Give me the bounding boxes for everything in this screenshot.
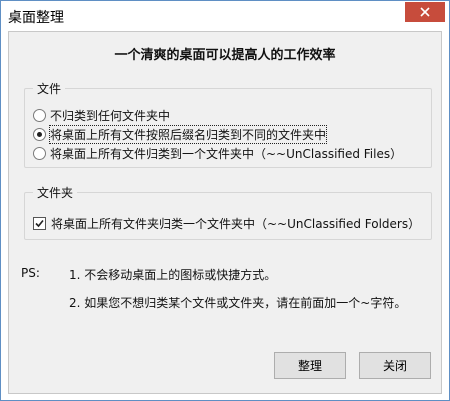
folders-group-label: 文件夹 [33, 184, 78, 201]
window-title: 桌面整理 [8, 10, 64, 26]
dialog-body: 一个清爽的桌面可以提高人的工作效率 文件 不归类到任何文件夹中 将桌面上所有文件… [8, 31, 442, 394]
window-close-button[interactable] [405, 2, 445, 22]
files-group: 文件 不归类到任何文件夹中 将桌面上所有文件按照后缀名归类到不同的文件夹中 将桌… [24, 80, 432, 168]
radio-button[interactable] [33, 108, 46, 122]
dialog-window: 桌面整理 一个清爽的桌面可以提高人的工作效率 文件 不归类到任何文件夹中 将桌面… [0, 0, 450, 401]
radio-button-selected[interactable] [33, 127, 46, 141]
title-bar[interactable]: 桌面整理 [1, 1, 449, 31]
ps-note-1: 1. 不会移动桌面上的图标或快捷方式。 [69, 268, 277, 282]
checkbox-option-folders[interactable]: 将桌面上所有文件夹归类一个文件夹中（~~UnClassified Folders… [33, 215, 420, 231]
radio-option-label: 不归类到任何文件夹中 [50, 108, 171, 123]
close-button[interactable]: 关闭 [359, 352, 431, 379]
ps-note-2: 2. 如果您不想归类某个文件或文件夹，请在前面加一个~字符。 [69, 296, 407, 310]
organize-button[interactable]: 整理 [274, 352, 346, 379]
close-icon [420, 7, 430, 17]
checkbox-option-label: 将桌面上所有文件夹归类一个文件夹中（~~UnClassified Folders… [51, 216, 421, 231]
checkbox[interactable] [33, 216, 46, 230]
check-icon [35, 219, 44, 227]
radio-option-by-extension[interactable]: 将桌面上所有文件按照后缀名归类到不同的文件夹中 [33, 124, 328, 144]
radio-option-label: 将桌面上所有文件归类到一个文件夹中（~~UnClassified Files） [50, 146, 403, 161]
radio-option-single-folder[interactable]: 将桌面上所有文件归类到一个文件夹中（~~UnClassified Files） [33, 145, 402, 161]
radio-option-label: 将桌面上所有文件按照后缀名归类到不同的文件夹中 [48, 124, 328, 144]
ps-label: PS: [21, 266, 40, 280]
folders-group: 文件夹 将桌面上所有文件夹归类一个文件夹中（~~UnClassified Fol… [24, 184, 432, 240]
files-group-label: 文件 [33, 80, 66, 97]
radio-option-no-classify[interactable]: 不归类到任何文件夹中 [33, 107, 170, 123]
radio-button[interactable] [33, 146, 46, 160]
dialog-heading: 一个清爽的桌面可以提高人的工作效率 [114, 48, 336, 63]
